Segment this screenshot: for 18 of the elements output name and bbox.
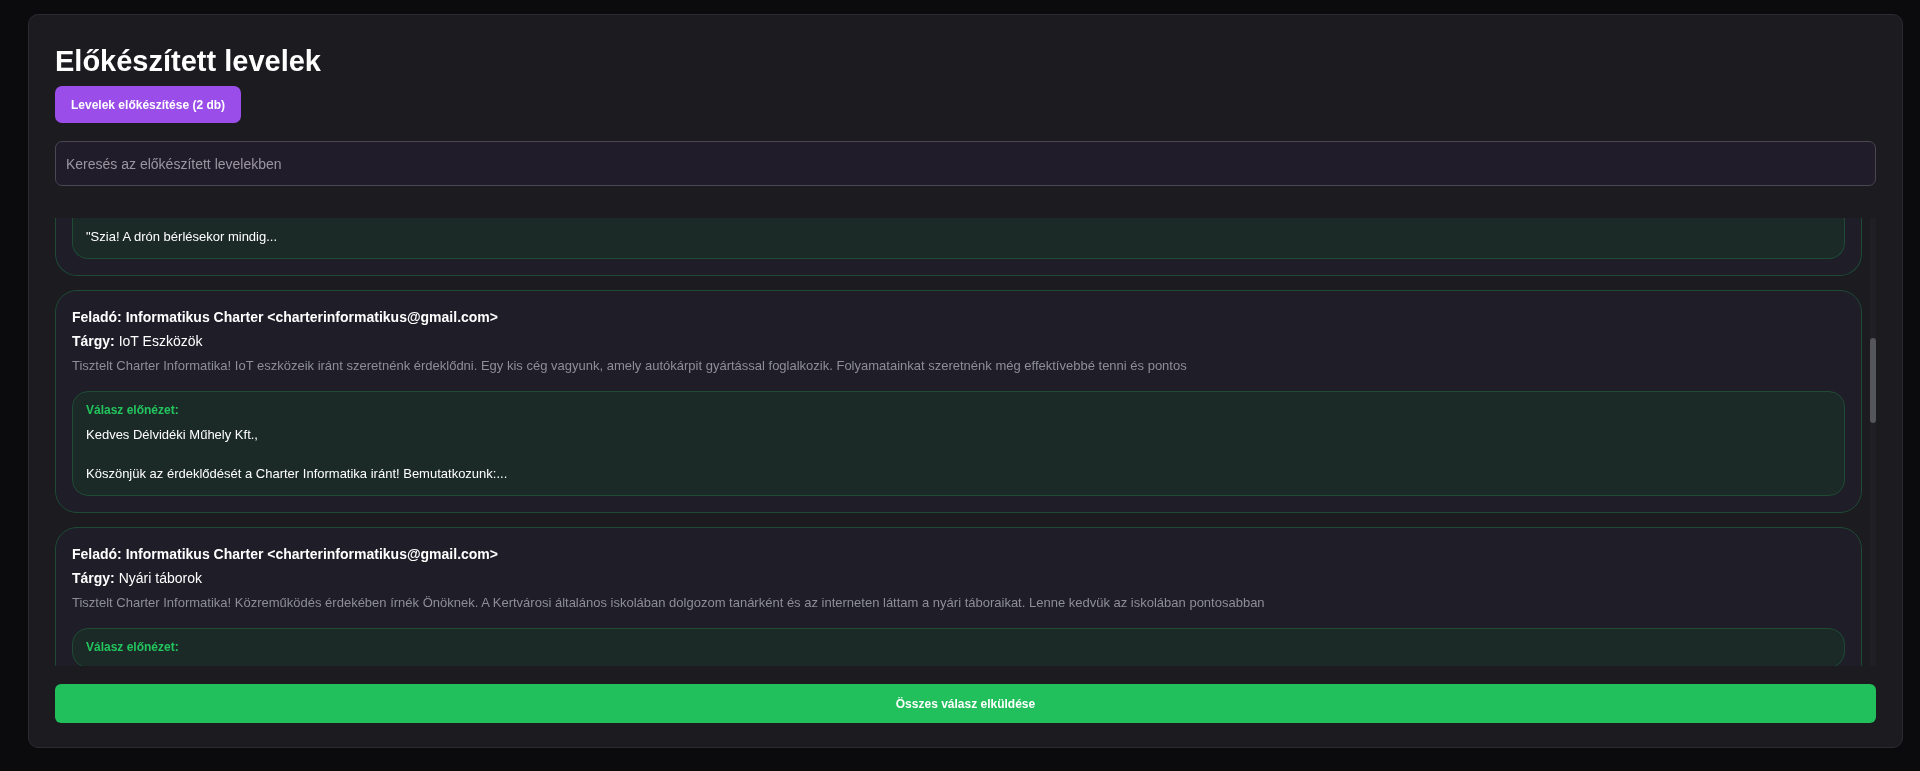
email-card[interactable] [55, 526, 1862, 666]
subject-text: Tárgy: Nyári táborok [72, 568, 203, 588]
search-field[interactable]: Keresés az előkészített levelekben [55, 141, 1876, 187]
email-body-text: Tisztelt Charter Informatika! IoT eszközeik iránt szeretnénk érdeklődni. Egy kis cég vagyunk, amely autókárpit gyártással foglalkozik. Folyamatainkat szeretnénk még effektívebbé tenni és pontos [72, 356, 1188, 375]
page-title: Előkészített levelek [55, 44, 322, 79]
reply-preview-text: "Szia! A drón bérlésekor mindig... [86, 228, 279, 247]
reply-preview-label: Válasz előnézet: [86, 638, 180, 656]
email-body-text: Tisztelt Charter Informatika! Közreműködés érdekében írnék Önöknek. A Kertvárosi általános iskolában dolgozom tanárként és az interneten láttam a nyári táboraikat. Lenne kedvük az iskolában pontosabban [72, 593, 1266, 612]
reply-preview-label: Válasz előnézet: [86, 401, 180, 419]
reply-preview-text: Kedves Délvidéki Műhely Kft., [86, 425, 259, 444]
email-card[interactable] [55, 289, 1862, 513]
prepare-letters-button[interactable]: Levelek előkészítése (2 db) [55, 86, 242, 124]
reply-preview-text: Köszönjük az érdeklődését a Charter Informatika iránt! Bemutatkozunk:... [86, 465, 509, 484]
sender-text: Feladó: Informatikus Charter <charterinformatikus@gmail.com> [72, 307, 499, 327]
send-all-button[interactable]: Összes válasz elküldése [55, 684, 1876, 723]
scrollbar-thumb[interactable] [1870, 338, 1876, 424]
subject-text: Tárgy: IoT Eszközök [72, 331, 204, 351]
sender-text: Feladó: Informatikus Charter <charterinformatikus@gmail.com> [72, 544, 499, 564]
